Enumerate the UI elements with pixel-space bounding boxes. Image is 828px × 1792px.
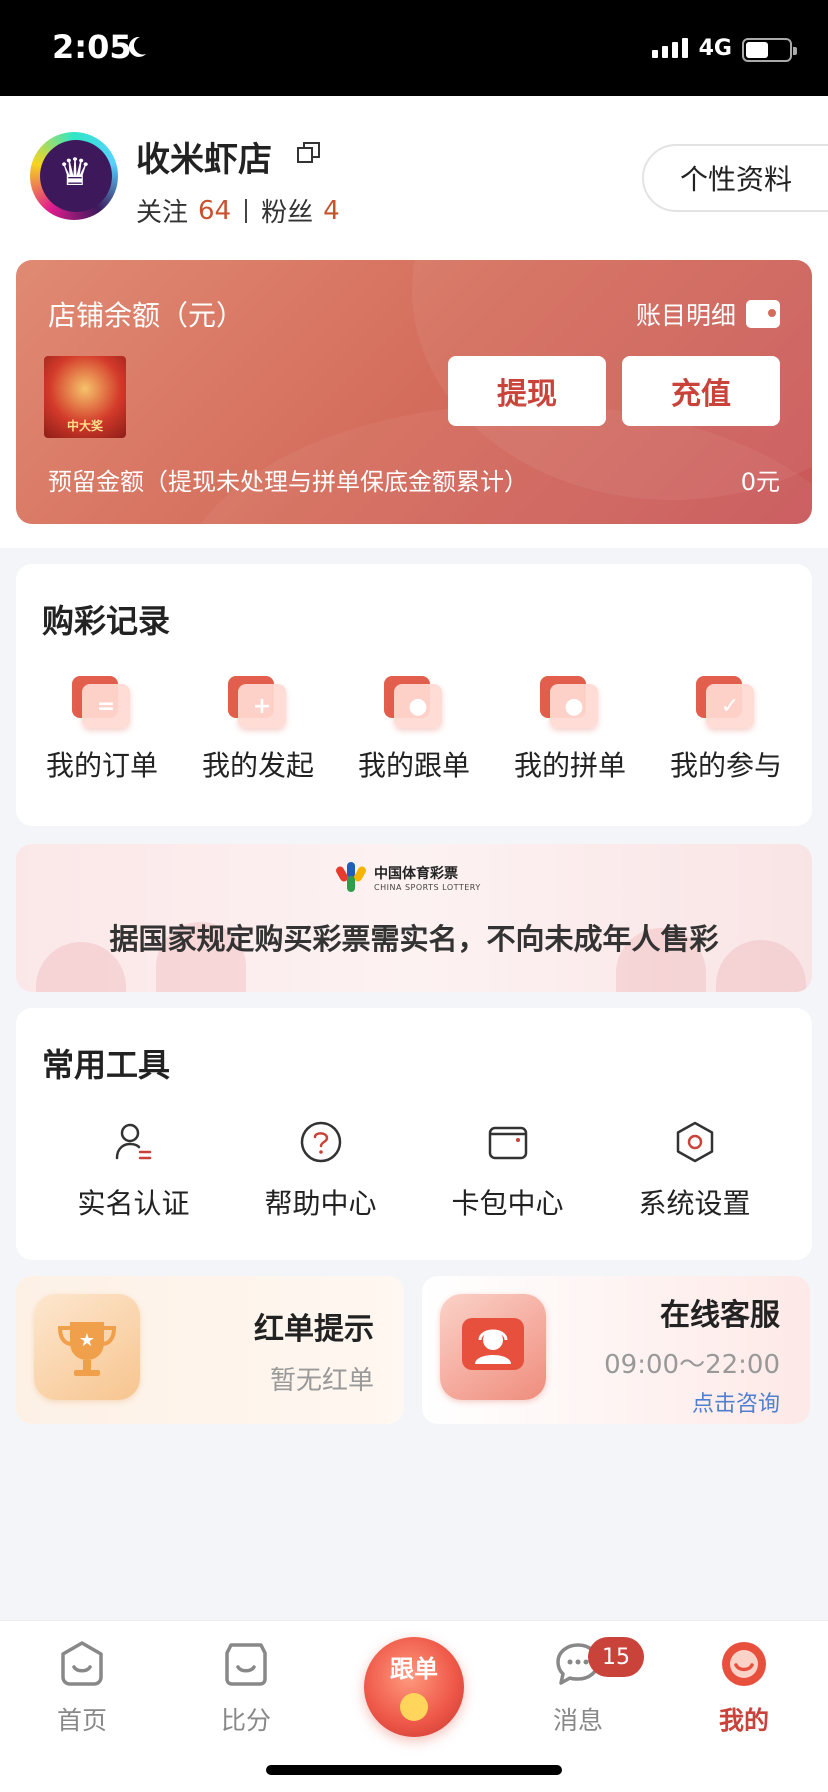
lottery-mark-icon <box>334 862 368 892</box>
system-settings-label: 系统设置 <box>638 1187 751 1220</box>
consult-link[interactable]: 点击咨询 <box>692 1386 780 1418</box>
help-center-item[interactable]: 帮助中心 <box>246 1120 396 1222</box>
messages-badge: 15 <box>588 1637 644 1677</box>
wallet-icon <box>488 1126 527 1160</box>
bottom-tab-bar: 首页 比分 跟单 15 消息 我的 <box>0 1620 828 1792</box>
trophy-icon: ★ <box>34 1294 140 1400</box>
lottery-brand-cn: 中国体育彩票 <box>374 865 458 882</box>
tab-mine[interactable]: 我的 <box>684 1639 804 1737</box>
battery-icon <box>742 38 797 62</box>
recharge-button[interactable]: 充值 <box>622 356 780 426</box>
tab-score[interactable]: 比分 <box>186 1639 306 1737</box>
follow-count[interactable]: 64 <box>198 196 231 226</box>
my-participation-label: 我的参与 <box>669 749 782 782</box>
common-tools-title: 常用工具 <box>42 1046 171 1084</box>
status-bar: 2:05 4G <box>0 0 828 96</box>
my-orders-label: 我的订单 <box>45 749 158 782</box>
home-indicator <box>266 1765 562 1775</box>
reserve-value: 0元 <box>740 468 780 496</box>
tab-score-label: 比分 <box>220 1706 271 1735</box>
participate-icon: ✓ <box>696 676 756 730</box>
my-group-orders-label: 我的拼单 <box>513 749 626 782</box>
my-follow-orders-label: 我的跟单 <box>357 749 470 782</box>
red-order-card[interactable]: ★ 红单提示 暂无红单 <box>16 1276 404 1424</box>
real-name-verify-label: 实名认证 <box>77 1187 190 1220</box>
real-name-verify-item[interactable]: 实名认证 <box>59 1120 209 1222</box>
lottery-brand-en: CHINA SPORTS LOTTERY <box>374 882 481 892</box>
initiate-icon: + <box>228 676 288 730</box>
card-wallet-item[interactable]: 卡包中心 <box>433 1120 583 1222</box>
score-icon <box>225 1643 267 1686</box>
center-follow-label: 跟单 <box>390 1655 438 1683</box>
purchase-records-card: 购彩记录 = 我的订单 + 我的发起 ● 我的跟单 ● 我的拼单 ✓ 我的参与 <box>16 564 812 826</box>
tab-messages-label: 消息 <box>552 1706 603 1735</box>
my-follow-orders-item[interactable]: ● 我的跟单 <box>344 676 484 784</box>
china-sports-lottery-logo: 中国体育彩票 CHINA SPORTS LOTTERY <box>334 862 481 892</box>
follow-label[interactable]: 关注 <box>136 192 188 229</box>
promo-caption: 中大奖 <box>66 419 103 433</box>
online-service-title: 在线客服 <box>660 1298 780 1333</box>
user-verify-icon <box>115 1123 151 1160</box>
group-order-icon: ● <box>540 676 600 730</box>
help-center-label: 帮助中心 <box>264 1187 377 1220</box>
divider <box>245 198 248 223</box>
account-detail-link[interactable]: 账目明细 <box>636 296 780 332</box>
moon-icon <box>128 36 146 57</box>
settings-icon <box>676 1121 713 1163</box>
my-initiated-item[interactable]: + 我的发起 <box>188 676 328 784</box>
red-order-subtitle: 暂无红单 <box>269 1366 374 1396</box>
service-hours: 09:00～22:00 <box>604 1350 780 1380</box>
common-tools-card: 常用工具 实名认证 帮助中心 卡包中心 系统设置 <box>16 1008 812 1260</box>
fans-label[interactable]: 粉丝 <box>261 192 313 229</box>
lottery-notice-text: 据国家规定购买彩票需实名，不向未成年人售彩 <box>109 922 719 956</box>
wallet-icon <box>746 300 780 328</box>
profile-section: 收米虾店 关注 64 粉丝 4 个性资料 店铺余额（元） 账目明细 中大奖 提现… <box>0 96 828 548</box>
tab-messages[interactable]: 15 消息 <box>518 1637 644 1737</box>
follow-order-center-button[interactable]: 跟单 <box>364 1637 464 1737</box>
withdraw-button[interactable]: 提现 <box>448 356 606 426</box>
follow-order-icon: ● <box>384 676 444 730</box>
follow-stats: 关注 64 粉丝 4 <box>136 192 340 229</box>
purchase-records-title: 购彩记录 <box>42 602 171 640</box>
balance-card: 店铺余额（元） 账目明细 中大奖 提现 充值 预留金额（提现未处理与拼单保底金额… <box>16 260 812 524</box>
my-group-orders-item[interactable]: ● 我的拼单 <box>500 676 640 784</box>
status-time: 2:05 <box>52 28 132 66</box>
network-label: 4G <box>698 36 732 61</box>
home-icon <box>61 1641 103 1686</box>
svg-text:★: ★ <box>79 1330 95 1351</box>
signal-icon <box>652 38 688 58</box>
order-icon: = <box>72 676 132 730</box>
my-participation-item[interactable]: ✓ 我的参与 <box>656 676 796 784</box>
tab-home[interactable]: 首页 <box>22 1639 142 1737</box>
mascot-icon <box>400 1693 428 1721</box>
promo-thumbnail[interactable]: 中大奖 <box>44 356 126 438</box>
copy-icon[interactable] <box>296 140 322 166</box>
my-initiated-label: 我的发起 <box>201 749 314 782</box>
account-detail-label: 账目明细 <box>635 301 736 330</box>
help-icon <box>300 1121 341 1163</box>
mine-icon <box>722 1642 766 1686</box>
tab-home-label: 首页 <box>56 1706 107 1735</box>
online-service-card[interactable]: 在线客服 09:00～22:00 点击咨询 <box>422 1276 810 1424</box>
tab-mine-label: 我的 <box>718 1706 769 1735</box>
shop-name: 收米虾店 <box>136 140 272 180</box>
red-order-title: 红单提示 <box>254 1312 374 1347</box>
avatar[interactable] <box>30 132 118 220</box>
edit-profile-button[interactable]: 个性资料 <box>642 144 828 212</box>
card-wallet-label: 卡包中心 <box>451 1187 564 1220</box>
my-orders-item[interactable]: = 我的订单 <box>32 676 172 784</box>
customer-service-icon <box>440 1294 546 1400</box>
system-settings-item[interactable]: 系统设置 <box>620 1120 770 1222</box>
reserve-label: 预留金额（提现未处理与拼单保底金额累计） <box>48 468 528 496</box>
balance-title: 店铺余额（元） <box>48 299 245 332</box>
fans-count[interactable]: 4 <box>323 196 340 226</box>
lottery-notice-banner: 中国体育彩票 CHINA SPORTS LOTTERY 据国家规定购买彩票需实名… <box>16 844 812 992</box>
